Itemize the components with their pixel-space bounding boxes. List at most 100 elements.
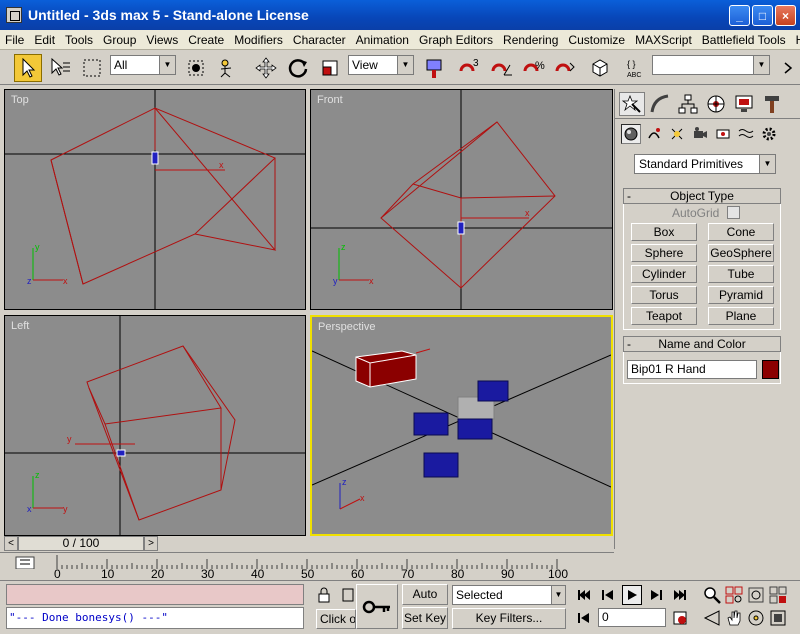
go-to-end-button[interactable] bbox=[670, 585, 690, 605]
tube-button[interactable]: Tube bbox=[708, 265, 774, 283]
edit-named-selections-button[interactable] bbox=[586, 54, 614, 82]
tab-motion[interactable] bbox=[703, 92, 729, 116]
toolbar-overflow-button[interactable] bbox=[778, 54, 798, 82]
autogrid-checkbox[interactable] bbox=[727, 206, 740, 219]
close-button[interactable]: × bbox=[775, 5, 796, 26]
object-type-rollout-header[interactable]: - Object Type bbox=[623, 188, 781, 204]
cameras-button[interactable] bbox=[690, 124, 710, 144]
use-pivot-center-button[interactable] bbox=[420, 54, 448, 82]
select-and-rotate-button[interactable] bbox=[284, 54, 312, 82]
zoom-button[interactable] bbox=[702, 585, 722, 605]
menu-modifiers[interactable]: Modifiers bbox=[229, 33, 288, 47]
menu-group[interactable]: Group bbox=[98, 33, 141, 47]
app-icon[interactable] bbox=[6, 7, 22, 23]
menu-create[interactable]: Create bbox=[183, 33, 229, 47]
lock-selection-button[interactable] bbox=[314, 585, 334, 605]
lights-button[interactable] bbox=[667, 124, 687, 144]
key-filters-button[interactable]: Key Filters... bbox=[452, 608, 566, 629]
rectangular-selection-button[interactable] bbox=[78, 54, 106, 82]
next-frame-button[interactable] bbox=[646, 585, 666, 605]
menu-help[interactable]: Help bbox=[791, 33, 800, 47]
menu-tools[interactable]: Tools bbox=[60, 33, 98, 47]
torus-button[interactable]: Torus bbox=[631, 286, 697, 304]
select-manipulate-button[interactable] bbox=[214, 54, 242, 82]
primitive-category-select[interactable]: Standard Primitives ▼ bbox=[634, 154, 776, 174]
menu-edit[interactable]: Edit bbox=[29, 33, 60, 47]
viewport-top[interactable]: x y x z Top bbox=[4, 89, 306, 310]
time-configuration-button[interactable] bbox=[670, 608, 690, 628]
maxscript-listener-output[interactable]: "--- Done bonesys() ---" bbox=[6, 607, 304, 629]
select-object-button[interactable] bbox=[14, 54, 42, 82]
plane-button[interactable]: Plane bbox=[708, 307, 774, 325]
time-slider-next-button[interactable]: > bbox=[144, 536, 158, 551]
box-button[interactable]: Box bbox=[631, 223, 697, 241]
key-mode-toggle-button[interactable] bbox=[574, 608, 594, 628]
menu-maxscript[interactable]: MAXScript bbox=[630, 33, 697, 47]
named-selection-sets-select[interactable]: ▼ bbox=[652, 55, 770, 75]
viewport-perspective[interactable]: z x Perspective bbox=[310, 315, 613, 536]
object-name-input[interactable]: Bip01 R Hand bbox=[627, 360, 757, 379]
menu-graph-editors[interactable]: Graph Editors bbox=[414, 33, 498, 47]
zoom-all-button[interactable] bbox=[724, 585, 744, 605]
viewport-front[interactable]: x z x y Front bbox=[310, 89, 613, 310]
mirror-button[interactable]: { } ABC bbox=[622, 54, 650, 82]
minimize-button[interactable]: _ bbox=[729, 5, 750, 26]
percent-snap-button[interactable]: % bbox=[520, 54, 548, 82]
name-color-rollout-header[interactable]: - Name and Color bbox=[623, 336, 781, 352]
set-key-mode-button[interactable] bbox=[356, 584, 398, 629]
geosphere-button[interactable]: GeoSphere bbox=[708, 244, 774, 262]
maximize-button[interactable]: □ bbox=[752, 5, 773, 26]
set-key-button[interactable]: Set Key bbox=[402, 607, 448, 629]
tab-hierarchy[interactable] bbox=[675, 92, 701, 116]
cylinder-button[interactable]: Cylinder bbox=[631, 265, 697, 283]
time-slider-prev-button[interactable]: < bbox=[4, 536, 18, 551]
key-mode-select[interactable]: Selected ▼ bbox=[452, 585, 566, 605]
field-of-view-button[interactable] bbox=[702, 608, 722, 628]
angle-snap-button[interactable] bbox=[488, 54, 516, 82]
zoom-extents-button[interactable] bbox=[746, 585, 766, 605]
auto-key-button[interactable]: Auto Key bbox=[402, 584, 448, 620]
absolute-mode-button[interactable] bbox=[338, 585, 358, 605]
maxscript-listener-input[interactable] bbox=[6, 584, 304, 605]
tab-modify[interactable] bbox=[647, 92, 673, 116]
pyramid-button[interactable]: Pyramid bbox=[708, 286, 774, 304]
select-by-name-button[interactable] bbox=[46, 54, 74, 82]
select-and-scale-button[interactable] bbox=[316, 54, 344, 82]
go-to-start-button[interactable] bbox=[574, 585, 594, 605]
arc-rotate-button[interactable] bbox=[746, 608, 766, 628]
maximize-viewport-button[interactable] bbox=[768, 608, 788, 628]
tab-display[interactable] bbox=[731, 92, 757, 116]
play-button[interactable] bbox=[622, 585, 642, 605]
previous-frame-button[interactable] bbox=[598, 585, 618, 605]
menu-animation[interactable]: Animation bbox=[351, 33, 414, 47]
helpers-button[interactable] bbox=[713, 124, 733, 144]
shapes-button[interactable] bbox=[644, 124, 664, 144]
select-window-crossing-button[interactable] bbox=[182, 54, 210, 82]
reference-coord-select[interactable]: View ▼ bbox=[348, 55, 414, 75]
menu-customize[interactable]: Customize bbox=[563, 33, 630, 47]
spinner-snap-button[interactable] bbox=[552, 54, 580, 82]
menu-character[interactable]: Character bbox=[288, 33, 351, 47]
tab-create[interactable] bbox=[619, 92, 645, 116]
sphere-button[interactable]: Sphere bbox=[631, 244, 697, 262]
selection-filter-select[interactable]: All ▼ bbox=[110, 55, 176, 75]
snaps-toggle-button[interactable]: 3 bbox=[456, 54, 484, 82]
menu-battlefield-tools[interactable]: Battlefield Tools bbox=[697, 33, 791, 47]
space-warps-button[interactable] bbox=[736, 124, 756, 144]
geometry-button[interactable] bbox=[621, 124, 641, 144]
menu-rendering[interactable]: Rendering bbox=[498, 33, 563, 47]
zoom-extents-all-button[interactable] bbox=[768, 585, 788, 605]
menu-file[interactable]: File bbox=[0, 33, 29, 47]
track-bar[interactable]: 0 10 20 30 40 50 60 70 80 90 100 bbox=[0, 552, 614, 581]
viewport-left[interactable]: y z y x Left bbox=[4, 315, 306, 536]
cone-button[interactable]: Cone bbox=[708, 223, 774, 241]
select-and-move-button[interactable] bbox=[252, 54, 280, 82]
object-color-swatch[interactable] bbox=[762, 360, 779, 379]
current-frame-input[interactable]: 0 bbox=[598, 608, 666, 627]
tab-utilities[interactable] bbox=[759, 92, 785, 116]
systems-button[interactable] bbox=[759, 124, 779, 144]
teapot-button[interactable]: Teapot bbox=[631, 307, 697, 325]
pan-button[interactable] bbox=[724, 608, 744, 628]
time-slider-thumb[interactable]: 0 / 100 bbox=[18, 536, 144, 551]
menu-views[interactable]: Views bbox=[141, 33, 183, 47]
